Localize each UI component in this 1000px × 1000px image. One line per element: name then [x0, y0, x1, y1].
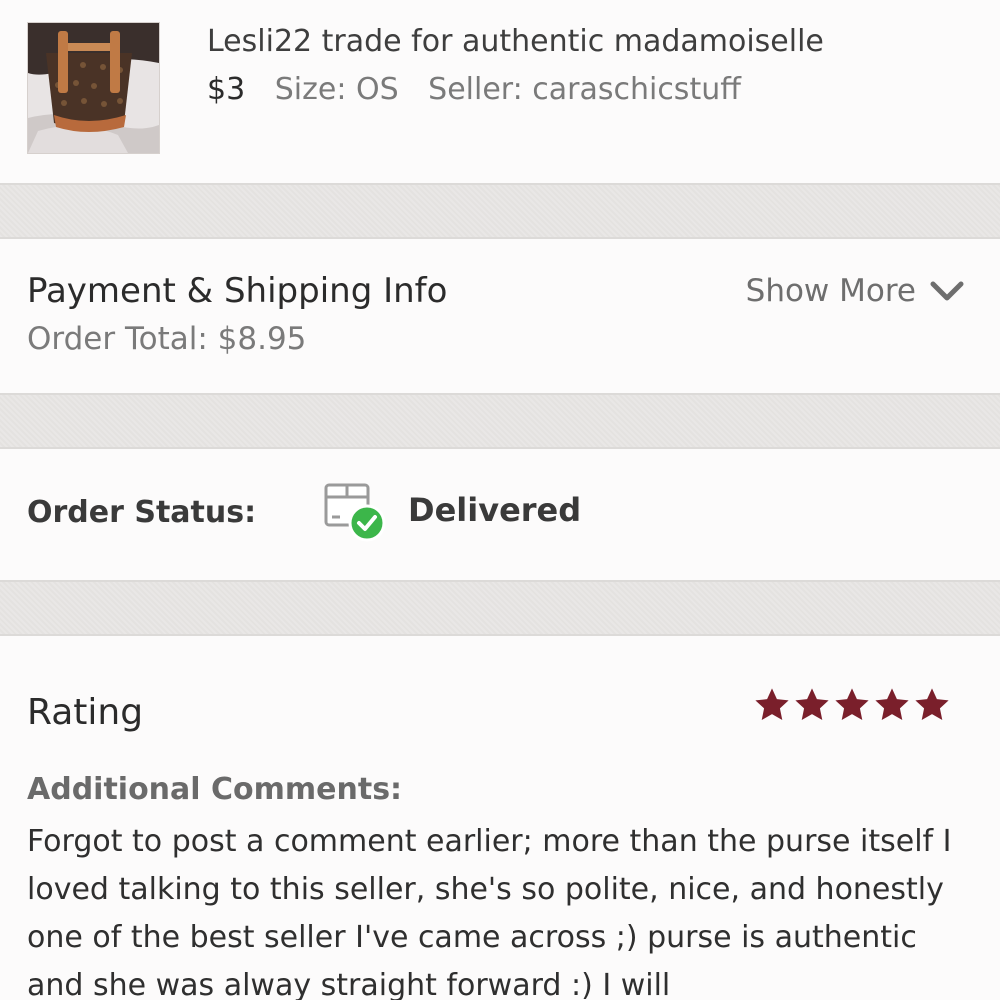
section-divider: [0, 580, 1000, 636]
section-divider: [0, 393, 1000, 449]
handbag-photo-icon: [28, 23, 159, 153]
chevron-down-icon: [930, 281, 964, 301]
star-icon: [875, 688, 909, 721]
package-delivered-icon: [324, 483, 386, 542]
item-size: Size: OS: [274, 72, 399, 107]
item-seller[interactable]: Seller: caraschicstuff: [428, 72, 741, 107]
show-more-button[interactable]: Show More: [746, 273, 964, 309]
payment-section-title: Payment & Shipping Info: [27, 271, 448, 311]
item-price: $3: [207, 72, 246, 107]
star-icon: [795, 688, 829, 721]
item-title[interactable]: Lesli22 trade for authentic madamoiselle: [207, 24, 824, 59]
order-details-page: Lesli22 trade for authentic madamoiselle…: [0, 0, 1000, 1000]
section-divider: [0, 183, 1000, 239]
comment-text: Forgot to post a comment earlier; more t…: [27, 824, 952, 1000]
star-icon: [915, 688, 949, 721]
star-icon: [755, 688, 789, 721]
star-rating: [753, 686, 951, 724]
order-total: Order Total: $8.95: [27, 321, 307, 357]
item-summary-panel[interactable]: Lesli22 trade for authentic madamoiselle…: [0, 0, 1000, 183]
rating-panel: Rating Additional Comments: Forgot to po…: [0, 636, 1000, 1000]
show-more-label: Show More: [745, 273, 916, 309]
item-thumbnail[interactable]: [27, 22, 160, 154]
order-status-label: Order Status:: [27, 495, 257, 530]
order-status-panel: Order Status: Delivered: [0, 449, 1000, 580]
order-status-value: Delivered: [408, 491, 582, 529]
star-icon: [835, 688, 869, 721]
payment-shipping-panel: Payment & Shipping Info Order Total: $8.…: [0, 239, 1000, 393]
rating-title: Rating: [27, 692, 144, 733]
item-meta: $3 Size: OS Seller: caraschicstuff: [207, 72, 741, 107]
additional-comments-label: Additional Comments:: [27, 772, 403, 807]
